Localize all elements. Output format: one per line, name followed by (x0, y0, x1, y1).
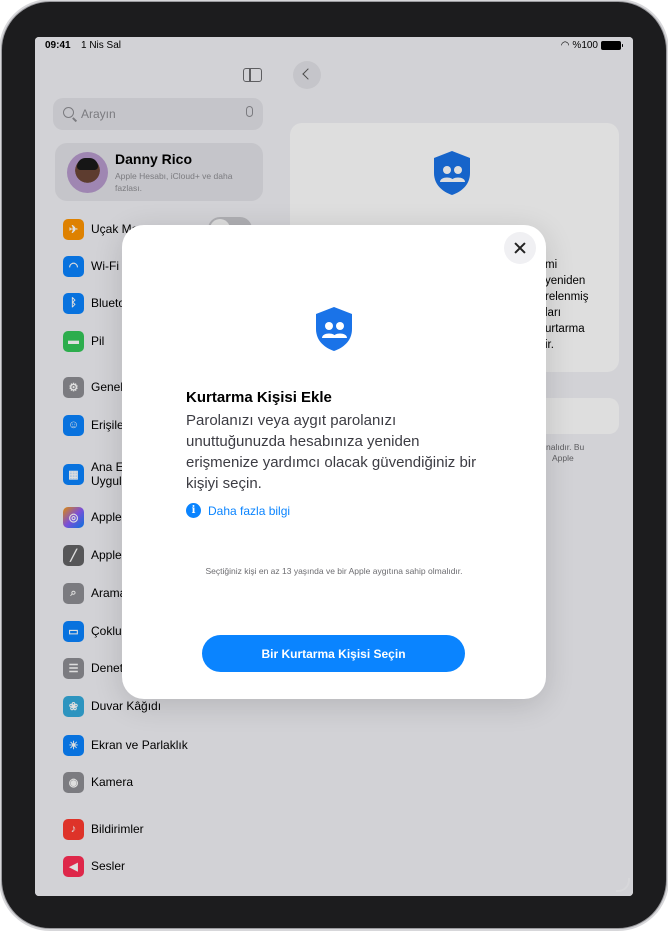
choose-recovery-contact-button[interactable]: Bir Kurtarma Kişisi Seçin (202, 635, 465, 672)
learn-more-link[interactable]: i Daha fazla bilgi (186, 503, 290, 518)
sheet-footnote: Seçtiğiniz kişi en az 13 yaşında ve bir … (205, 566, 463, 576)
sheet-title: Kurtarma Kişisi Ekle (186, 389, 332, 406)
ipad-frame: Arayın Danny Rico Apple Hesabı, iCloud+ … (2, 2, 666, 928)
add-recovery-contact-sheet: Kurtarma Kişisi Ekle Parolanızı veya ayg… (122, 225, 546, 699)
close-button[interactable] (504, 232, 536, 264)
learn-more-label: Daha fazla bilgi (208, 503, 291, 518)
sheet-description: Parolanızı veya aygıt parolanızı unuttuğ… (186, 412, 477, 492)
shield-people-icon (316, 307, 352, 351)
screen: Arayın Danny Rico Apple Hesabı, iCloud+ … (35, 37, 633, 896)
info-icon: i (186, 503, 201, 518)
